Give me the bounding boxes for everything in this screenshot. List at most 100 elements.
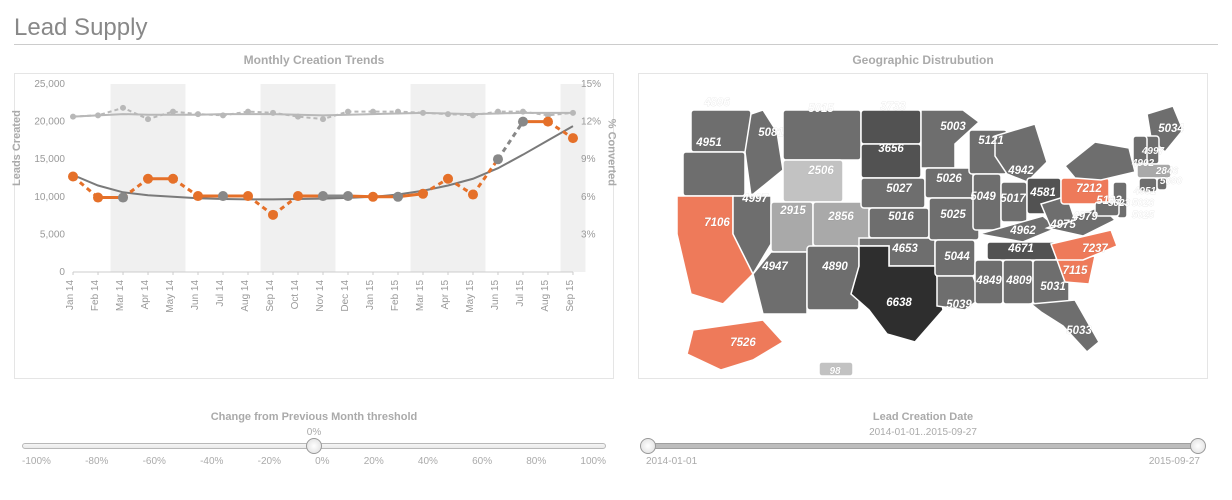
chart-title-geo: Geographic Distrubution	[638, 53, 1208, 67]
state-NY[interactable]	[1065, 142, 1135, 180]
state-label-NJ: 5025	[1132, 210, 1155, 221]
state-label-WV: 4975	[1049, 219, 1076, 231]
svg-text:5,000: 5,000	[40, 229, 66, 240]
svg-text:Jan 15: Jan 15	[365, 280, 376, 310]
date-range-ticks: 2014-01-01 2015-09-27	[646, 456, 1200, 467]
state-label-MI: 4942	[1007, 165, 1034, 177]
svg-text:9%: 9%	[581, 154, 596, 165]
map-geo[interactable]: 4896 4951 7106 4997 5081 5015 2506 2915 2856 4947…	[638, 73, 1208, 379]
panel-trends: Monthly Creation Trends Leads Created % …	[14, 53, 614, 467]
state-ID[interactable]	[745, 110, 783, 196]
state-label-NV: 4997	[741, 193, 768, 205]
svg-text:6%: 6%	[581, 192, 596, 203]
state-label-MT: 5015	[808, 103, 834, 115]
state-label-VT: 4902	[1131, 158, 1155, 169]
state-label-CO: 2856	[827, 211, 854, 223]
svg-text:0: 0	[59, 267, 65, 278]
state-label-WY: 2506	[807, 165, 834, 177]
svg-text:Sep 15: Sep 15	[565, 280, 576, 312]
date-range-min: 2014-01-01	[646, 456, 697, 467]
svg-text:Jun 15: Jun 15	[490, 280, 501, 310]
state-label-KY: 4962	[1009, 225, 1036, 237]
state-label-ID: 5081	[758, 127, 784, 139]
state-label-NM: 4890	[821, 261, 848, 273]
svg-text:Jul 15: Jul 15	[515, 280, 526, 307]
state-label-CA: 7106	[704, 217, 730, 229]
svg-text:Apr 14: Apr 14	[140, 280, 151, 310]
state-label-ND: 3733	[880, 101, 906, 113]
svg-text:25,000: 25,000	[34, 79, 65, 90]
state-label-MN: 5003	[940, 121, 966, 133]
state-label-OK: 4653	[891, 243, 918, 255]
chart-trends[interactable]: Leads Created % Converted 05,00010,00015…	[14, 73, 614, 379]
date-range-knob-end[interactable]	[1190, 438, 1206, 454]
svg-text:Jan 14: Jan 14	[65, 280, 76, 310]
state-label-NH: 4997	[1141, 146, 1165, 157]
date-range-knob-start[interactable]	[640, 438, 656, 454]
svg-text:10,000: 10,000	[34, 192, 65, 203]
svg-text:15,000: 15,000	[34, 154, 65, 165]
state-NM[interactable]	[807, 246, 859, 310]
state-label-MO: 5025	[940, 209, 966, 221]
threshold-value-label: 0%	[307, 427, 321, 438]
y2-axis-label: % Converted	[605, 119, 617, 186]
date-range-value-label: 2014-01-01..2015-09-27	[869, 427, 977, 438]
state-label-UT: 2915	[779, 205, 806, 217]
threshold-knob[interactable]	[306, 438, 322, 454]
svg-text:12%: 12%	[581, 117, 601, 128]
svg-text:Sep 14: Sep 14	[265, 280, 276, 312]
state-label-FL: 5033	[1066, 325, 1092, 337]
state-label-OH: 4581	[1029, 187, 1056, 199]
svg-text:Apr 15: Apr 15	[440, 280, 451, 310]
panel-geo: Geographic Distrubution 4896 4951 7106 4997…	[638, 53, 1208, 467]
svg-text:Dec 14: Dec 14	[340, 280, 351, 312]
svg-text:Mar 15: Mar 15	[415, 280, 426, 311]
state-label-OR: 4951	[695, 137, 722, 149]
state-MT[interactable]	[783, 110, 861, 160]
state-label-WI: 5121	[978, 135, 1004, 147]
state-label-SC: 7115	[1063, 265, 1088, 277]
state-label-IN: 5017	[1000, 193, 1026, 205]
state-label-IA: 5026	[936, 173, 962, 185]
state-label-TX: 6638	[886, 297, 912, 309]
svg-text:Jun 14: Jun 14	[190, 280, 201, 310]
svg-text:Aug 14: Aug 14	[240, 280, 251, 312]
state-label-TN: 4671	[1007, 243, 1034, 255]
state-OR[interactable]	[683, 152, 745, 196]
threshold-slider[interactable]: 0% -100%-80%-60%-40%-20%0%20%40%60%80%10…	[14, 427, 614, 467]
date-range-title: Lead Creation Date	[638, 411, 1208, 423]
svg-text:Aug 15: Aug 15	[540, 280, 551, 312]
date-range-fill	[646, 443, 1200, 449]
date-range-section: Lead Creation Date 2014-01-01..2015-09-2…	[638, 411, 1208, 467]
svg-text:Oct 14: Oct 14	[290, 280, 301, 310]
date-range-max: 2015-09-27	[1149, 456, 1200, 467]
state-label-GA: 5031	[1040, 281, 1066, 293]
plot-area: 05,00010,00015,00020,00025,0003%6%9%12%1…	[67, 80, 579, 324]
state-label-MD: 5023	[1108, 198, 1131, 209]
state-label-AZ: 4947	[761, 261, 788, 273]
state-label-PA: 7212	[1076, 183, 1102, 195]
threshold-slider-title: Change from Previous Month threshold	[14, 411, 614, 423]
svg-text:3%: 3%	[581, 229, 596, 240]
threshold-slider-section: Change from Previous Month threshold 0% …	[14, 411, 614, 467]
state-label-IL: 5049	[970, 191, 996, 203]
state-label-AL: 4809	[1005, 275, 1032, 287]
state-label-RI: 5080	[1160, 176, 1183, 187]
state-label-SD: 3656	[878, 143, 904, 155]
state-label-ME: 5034	[1158, 123, 1184, 135]
y-axis-label: Leads Created	[11, 110, 23, 186]
state-label-WA: 4896	[703, 97, 730, 109]
svg-text:May 15: May 15	[465, 280, 476, 313]
svg-text:Feb 15: Feb 15	[390, 280, 401, 312]
svg-text:May 14: May 14	[165, 280, 176, 313]
state-label-MS: 4849	[975, 275, 1002, 287]
state-label-HI: 98	[829, 366, 841, 377]
svg-text:Jul 14: Jul 14	[215, 280, 226, 307]
state-label-AK: 7526	[730, 337, 756, 349]
state-ND[interactable]	[861, 110, 921, 144]
date-range-slider[interactable]: 2014-01-01..2015-09-27 2014-01-01 2015-0…	[638, 427, 1208, 467]
threshold-ticks: -100%-80%-60%-40%-20%0%20%40%60%80%100%	[22, 456, 606, 467]
state-label-DE: 5023	[1132, 198, 1155, 209]
svg-text:Feb 14: Feb 14	[90, 280, 101, 312]
chart-title-trends: Monthly Creation Trends	[14, 53, 614, 67]
